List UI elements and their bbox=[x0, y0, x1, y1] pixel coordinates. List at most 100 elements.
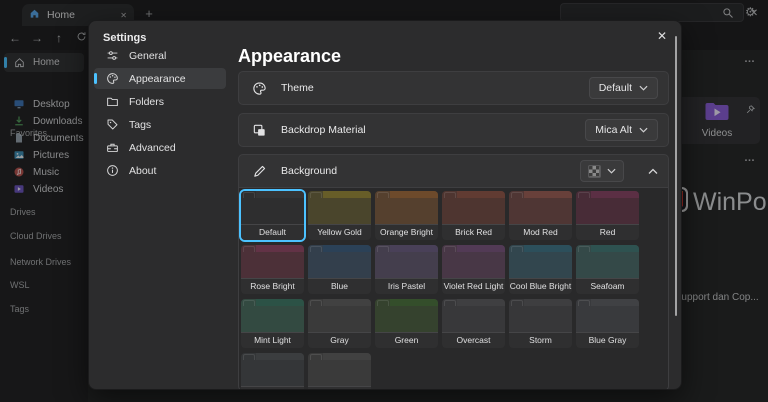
swatch-strip bbox=[524, 299, 572, 306]
swatch-tab bbox=[310, 246, 322, 252]
swatch-default[interactable]: Default bbox=[241, 191, 304, 240]
swatch-label: Seafoam bbox=[576, 278, 639, 294]
swatch-color bbox=[576, 245, 639, 278]
swatch-color bbox=[576, 191, 639, 224]
swatch-storm[interactable]: Storm bbox=[509, 299, 572, 348]
swatch-color bbox=[509, 245, 572, 278]
swatch-tab bbox=[310, 354, 322, 360]
swatch-color bbox=[576, 299, 639, 332]
swatch-iris-pastel[interactable]: Iris Pastel bbox=[375, 245, 438, 294]
swatch-label bbox=[241, 386, 304, 389]
swatch-strip bbox=[323, 245, 371, 252]
swatch-label: Blue Gray bbox=[576, 332, 639, 348]
expander-collapse-button[interactable] bbox=[648, 168, 658, 175]
swatch-cool-blue-bright[interactable]: Cool Blue Bright bbox=[509, 245, 572, 294]
swatch-tab bbox=[511, 300, 523, 306]
swatch-overcast[interactable]: Overcast bbox=[442, 299, 505, 348]
dialog-scrollbar[interactable] bbox=[675, 36, 677, 316]
swatch-strip bbox=[390, 191, 438, 198]
swatch-label: Mod Red bbox=[509, 224, 572, 240]
swatch-tab bbox=[511, 192, 523, 198]
swatch-tab bbox=[578, 192, 590, 198]
swatch-green[interactable]: Green bbox=[375, 299, 438, 348]
swatch-strip bbox=[524, 245, 572, 252]
swatch-label: Gray bbox=[308, 332, 371, 348]
swatch-orange-bright[interactable]: Orange Bright bbox=[375, 191, 438, 240]
theme-dropdown[interactable]: Default bbox=[588, 77, 658, 99]
swatch-mint-light[interactable]: Mint Light bbox=[241, 299, 304, 348]
swatch-label: Rose Bright bbox=[241, 278, 304, 294]
backdrop-material-label: Backdrop Material bbox=[281, 124, 366, 136]
swatch-blue[interactable]: Blue bbox=[308, 245, 371, 294]
swatch-yellow-gold[interactable]: Yellow Gold bbox=[308, 191, 371, 240]
swatch-strip bbox=[256, 353, 304, 360]
palette-icon bbox=[252, 81, 267, 96]
backdrop-material-row: Backdrop Material Mica Alt bbox=[238, 113, 669, 147]
page-title: Appearance bbox=[238, 46, 342, 66]
swatch-label: Storm bbox=[509, 332, 572, 348]
swatch-tab bbox=[243, 354, 255, 360]
info-icon bbox=[105, 164, 119, 178]
settings-nav-folders[interactable]: Folders bbox=[94, 91, 226, 112]
swatch-tab bbox=[377, 192, 389, 198]
swatch-label: Green bbox=[375, 332, 438, 348]
swatch-label: Brick Red bbox=[442, 224, 505, 240]
swatch-color bbox=[241, 245, 304, 278]
swatch-partial-2[interactable] bbox=[308, 353, 371, 389]
swatch-strip bbox=[323, 353, 371, 360]
swatch-label: Iris Pastel bbox=[375, 278, 438, 294]
swatch-tab bbox=[310, 300, 322, 306]
swatch-color bbox=[308, 191, 371, 224]
theme-dropdown-value: Default bbox=[598, 82, 632, 94]
chevron-down-icon bbox=[639, 124, 648, 136]
swatch-color bbox=[509, 299, 572, 332]
swatch-color bbox=[308, 299, 371, 332]
swatch-rose-bright[interactable]: Rose Bright bbox=[241, 245, 304, 294]
swatch-tab bbox=[578, 246, 590, 252]
swatch-color bbox=[308, 245, 371, 278]
swatch-partial-1[interactable] bbox=[241, 353, 304, 389]
swatch-gray[interactable]: Gray bbox=[308, 299, 371, 348]
swatch-strip bbox=[591, 191, 639, 198]
palette-icon bbox=[105, 72, 119, 86]
settings-nav-advanced[interactable]: Advanced bbox=[94, 137, 226, 158]
swatch-strip bbox=[256, 191, 304, 198]
files-app-window: Home ✕ + ✕ ← → ↑ ⚙ Home Favorites Deskto… bbox=[0, 0, 768, 402]
swatch-brick-red[interactable]: Brick Red bbox=[442, 191, 505, 240]
background-swatch-dropdown[interactable] bbox=[580, 160, 624, 182]
swatch-label: Mint Light bbox=[241, 332, 304, 348]
settings-dialog-title: Settings bbox=[103, 32, 147, 44]
background-label: Background bbox=[281, 165, 338, 177]
swatch-strip bbox=[457, 299, 505, 306]
settings-nav-appearance[interactable]: Appearance bbox=[94, 68, 226, 89]
swatch-strip bbox=[591, 245, 639, 252]
backdrop-material-dropdown[interactable]: Mica Alt bbox=[585, 119, 658, 141]
swatch-label: Blue bbox=[308, 278, 371, 294]
swatch-color bbox=[442, 191, 505, 224]
swatch-color bbox=[375, 191, 438, 224]
settings-nav-about[interactable]: About bbox=[94, 160, 226, 181]
swatch-strip bbox=[256, 299, 304, 306]
swatch-mod-red[interactable]: Mod Red bbox=[509, 191, 572, 240]
swatch-strip bbox=[323, 299, 371, 306]
settings-nav-tags[interactable]: Tags bbox=[94, 114, 226, 135]
dialog-close-icon[interactable]: ✕ bbox=[657, 29, 667, 43]
settings-nav-general[interactable]: General bbox=[94, 45, 226, 66]
swatch-strip bbox=[390, 299, 438, 306]
swatch-blue-gray[interactable]: Blue Gray bbox=[576, 299, 639, 348]
swatch-seafoam[interactable]: Seafoam bbox=[576, 245, 639, 294]
folder-icon bbox=[105, 95, 119, 109]
theme-row: Theme Default bbox=[238, 71, 669, 105]
sliders-icon bbox=[105, 49, 119, 63]
layers-icon bbox=[252, 123, 267, 138]
swatch-label: Violet Red Light bbox=[442, 278, 505, 294]
swatch-tab bbox=[444, 246, 456, 252]
swatch-strip bbox=[524, 191, 572, 198]
swatch-tab bbox=[243, 300, 255, 306]
settings-dialog: Settings ✕ General Appearance Folders Ta… bbox=[88, 20, 682, 390]
swatch-red[interactable]: Red bbox=[576, 191, 639, 240]
swatch-violet-red-light[interactable]: Violet Red Light bbox=[442, 245, 505, 294]
toolbox-icon bbox=[105, 141, 119, 155]
swatch-color bbox=[509, 191, 572, 224]
swatch-strip bbox=[457, 245, 505, 252]
